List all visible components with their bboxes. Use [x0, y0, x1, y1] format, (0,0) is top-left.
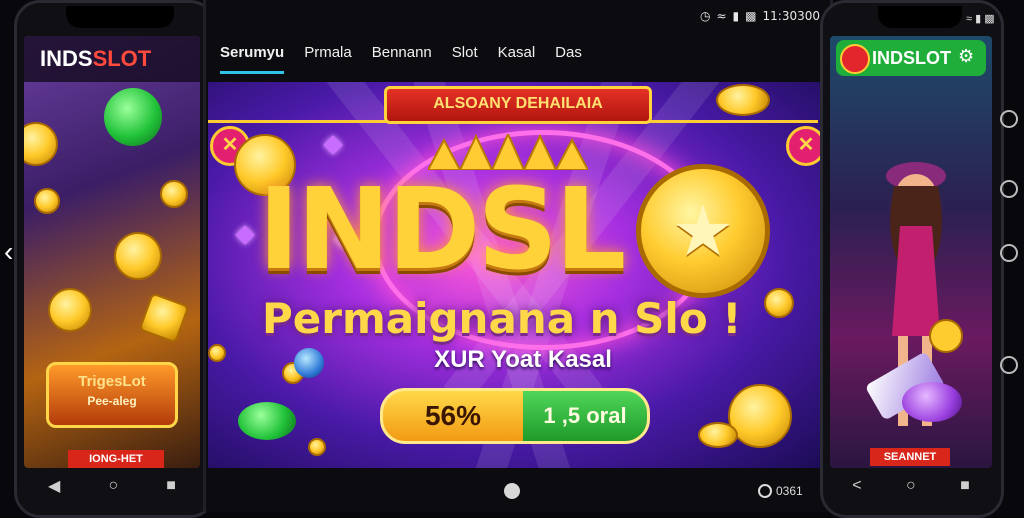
- coin-icon: [208, 344, 226, 362]
- left-game-logo[interactable]: TrigesLot Pee-aleg: [46, 362, 178, 428]
- right-cta-button[interactable]: SEANNET: [870, 448, 950, 466]
- hero-subtitle: Permaignana n Slo !: [262, 294, 742, 343]
- gold-bar-icon: [138, 292, 190, 344]
- recents-icon[interactable]: ■: [166, 477, 176, 495]
- close-icon[interactable]: ✕: [786, 126, 822, 166]
- left-brand-accent: SLOT: [92, 46, 152, 71]
- left-bottom-nav: ◀ ○ ■: [24, 472, 200, 500]
- gem-icon: [323, 135, 343, 155]
- right-phone-screen: INDSLOT ⚙ SEANNET: [830, 36, 992, 468]
- home-icon[interactable]: ○: [906, 477, 916, 495]
- tab-slot[interactable]: Slot: [452, 44, 478, 74]
- coin-icon: [728, 384, 792, 448]
- coin-icon: [308, 438, 326, 456]
- left-phone-notch: [66, 6, 174, 28]
- bottom-counter: 0361: [758, 482, 818, 500]
- status-time: 11:30300: [762, 9, 821, 23]
- circle-icon[interactable]: [1000, 180, 1018, 198]
- wifi-icon: ≈: [716, 9, 727, 23]
- recents-icon[interactable]: ■: [960, 477, 970, 495]
- left-phone-screen: INDSSLOT TrigesLot Pee-aleg IONG-HET: [24, 36, 200, 468]
- circle-icon[interactable]: [1000, 244, 1018, 262]
- coin-icon: [48, 288, 92, 332]
- home-indicator[interactable]: [504, 483, 520, 499]
- circle-icon[interactable]: [1000, 356, 1018, 374]
- coin-icon: [160, 180, 188, 208]
- purple-chip-icon: [902, 382, 962, 422]
- coin-icon: [24, 122, 58, 166]
- home-icon[interactable]: ○: [108, 477, 118, 495]
- hero-tagline: XUR Yoat Kasal: [434, 346, 612, 373]
- banner-ribbon: ALSOANY DEHAILAIA: [384, 86, 652, 124]
- coin-icon: [114, 232, 162, 280]
- tab-serumyu[interactable]: Serumyu: [220, 44, 285, 74]
- promo-value-box: 1 ,5 oral: [523, 391, 647, 441]
- left-brand-main: INDS: [40, 46, 93, 71]
- promo-banner[interactable]: ✕ ✕ ALSOANY DEHAILAIA INDSL ★ Permaignan…: [208, 82, 822, 468]
- coin-icon: [698, 422, 738, 448]
- brand-badge-icon: [840, 44, 870, 74]
- left-cta-button[interactable]: IONG-HET: [68, 450, 164, 468]
- chevron-left-icon[interactable]: ‹: [4, 236, 28, 267]
- gem-icon: [235, 225, 255, 245]
- status-bar: ◷ ≈ ▮ ▩ 11:30300: [620, 8, 820, 24]
- right-bottom-nav: < ○ ■: [830, 472, 992, 500]
- star-coin-icon: ★: [636, 164, 770, 298]
- tab-das[interactable]: Das: [555, 44, 582, 74]
- left-game-logo-subtitle: Pee-aleg: [87, 394, 137, 408]
- back-icon[interactable]: <: [852, 477, 861, 495]
- right-brand-text: INDSLOT: [872, 48, 951, 68]
- heart-icon[interactable]: [1000, 110, 1018, 128]
- right-phone-notch: [878, 6, 962, 28]
- alarm-icon: ◷: [700, 9, 711, 23]
- coin-icon: [34, 188, 60, 214]
- promo-value: 1 ,5: [543, 403, 581, 428]
- battery-icon: ▩: [745, 9, 757, 23]
- left-brand-logo[interactable]: INDSSLOT: [24, 36, 200, 82]
- blue-chip-icon: [294, 348, 324, 378]
- left-game-logo-title: TrigesLot: [78, 373, 146, 390]
- back-icon[interactable]: ◀: [48, 476, 60, 496]
- promo-unit: oral: [586, 403, 627, 428]
- promo-percent: 56%: [424, 400, 482, 431]
- signal-icon: ▮: [732, 9, 740, 23]
- gear-icon[interactable]: ⚙: [958, 46, 978, 66]
- promo-button[interactable]: 56% 1 ,5 oral: [380, 388, 650, 444]
- right-status-bar: ≈ ▮ ▩: [966, 13, 995, 25]
- green-chip-icon: [238, 402, 296, 440]
- green-chip-icon: [104, 88, 162, 146]
- tab-prmala[interactable]: Prmala: [304, 44, 352, 74]
- clock-icon: [758, 484, 772, 498]
- tab-bennann[interactable]: Bennann: [372, 44, 432, 74]
- bottom-counter-value: 0361: [776, 484, 803, 498]
- nav-tabs: Serumyu Prmala Bennann Slot Kasal Das: [220, 44, 820, 74]
- coin-icon: [716, 84, 770, 116]
- tab-kasal[interactable]: Kasal: [498, 44, 536, 74]
